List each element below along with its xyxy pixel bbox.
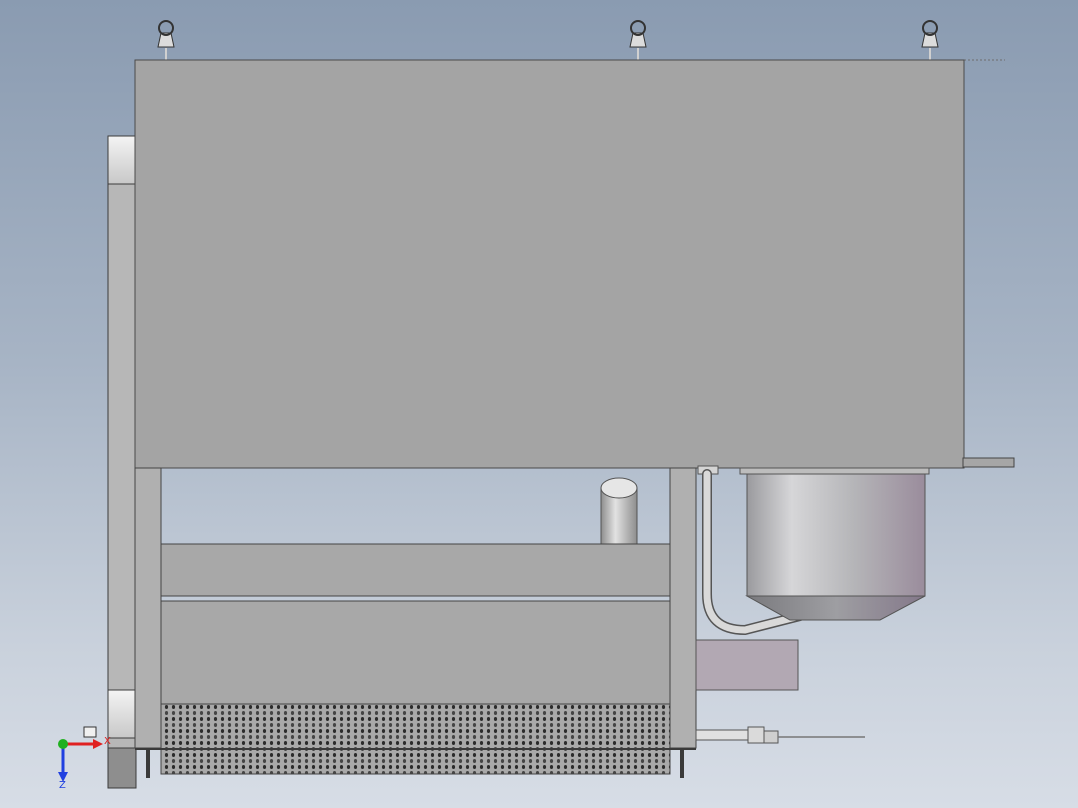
cad-drawing[interactable] — [0, 0, 1078, 808]
collection-tank[interactable] — [739, 467, 930, 621]
cad-viewport[interactable]: X Z — [0, 0, 1078, 808]
frame-leg-left — [134, 467, 162, 749]
axis-z-label: Z — [59, 780, 66, 791]
foot-left — [146, 750, 150, 778]
lifting-eye-icon — [157, 20, 175, 60]
lifting-eye-icon — [629, 20, 647, 60]
axis-triad-icon[interactable] — [58, 726, 103, 782]
main-housing[interactable] — [134, 59, 965, 469]
conveyor-lower-panel — [160, 600, 671, 705]
mesh-belt — [160, 703, 671, 775]
frame-leg-right — [669, 467, 697, 749]
drip-ledge — [962, 457, 1015, 468]
axis-x-label: X — [104, 736, 111, 747]
foot-right — [680, 750, 684, 778]
motor-box[interactable] — [695, 639, 799, 691]
base-rail — [135, 748, 696, 750]
conveyor-upper-panel — [160, 543, 671, 597]
lifting-eye-icon — [921, 20, 939, 60]
outlet-pipe — [695, 726, 865, 744]
side-door[interactable] — [107, 135, 137, 789]
exhaust-stub — [600, 477, 638, 545]
